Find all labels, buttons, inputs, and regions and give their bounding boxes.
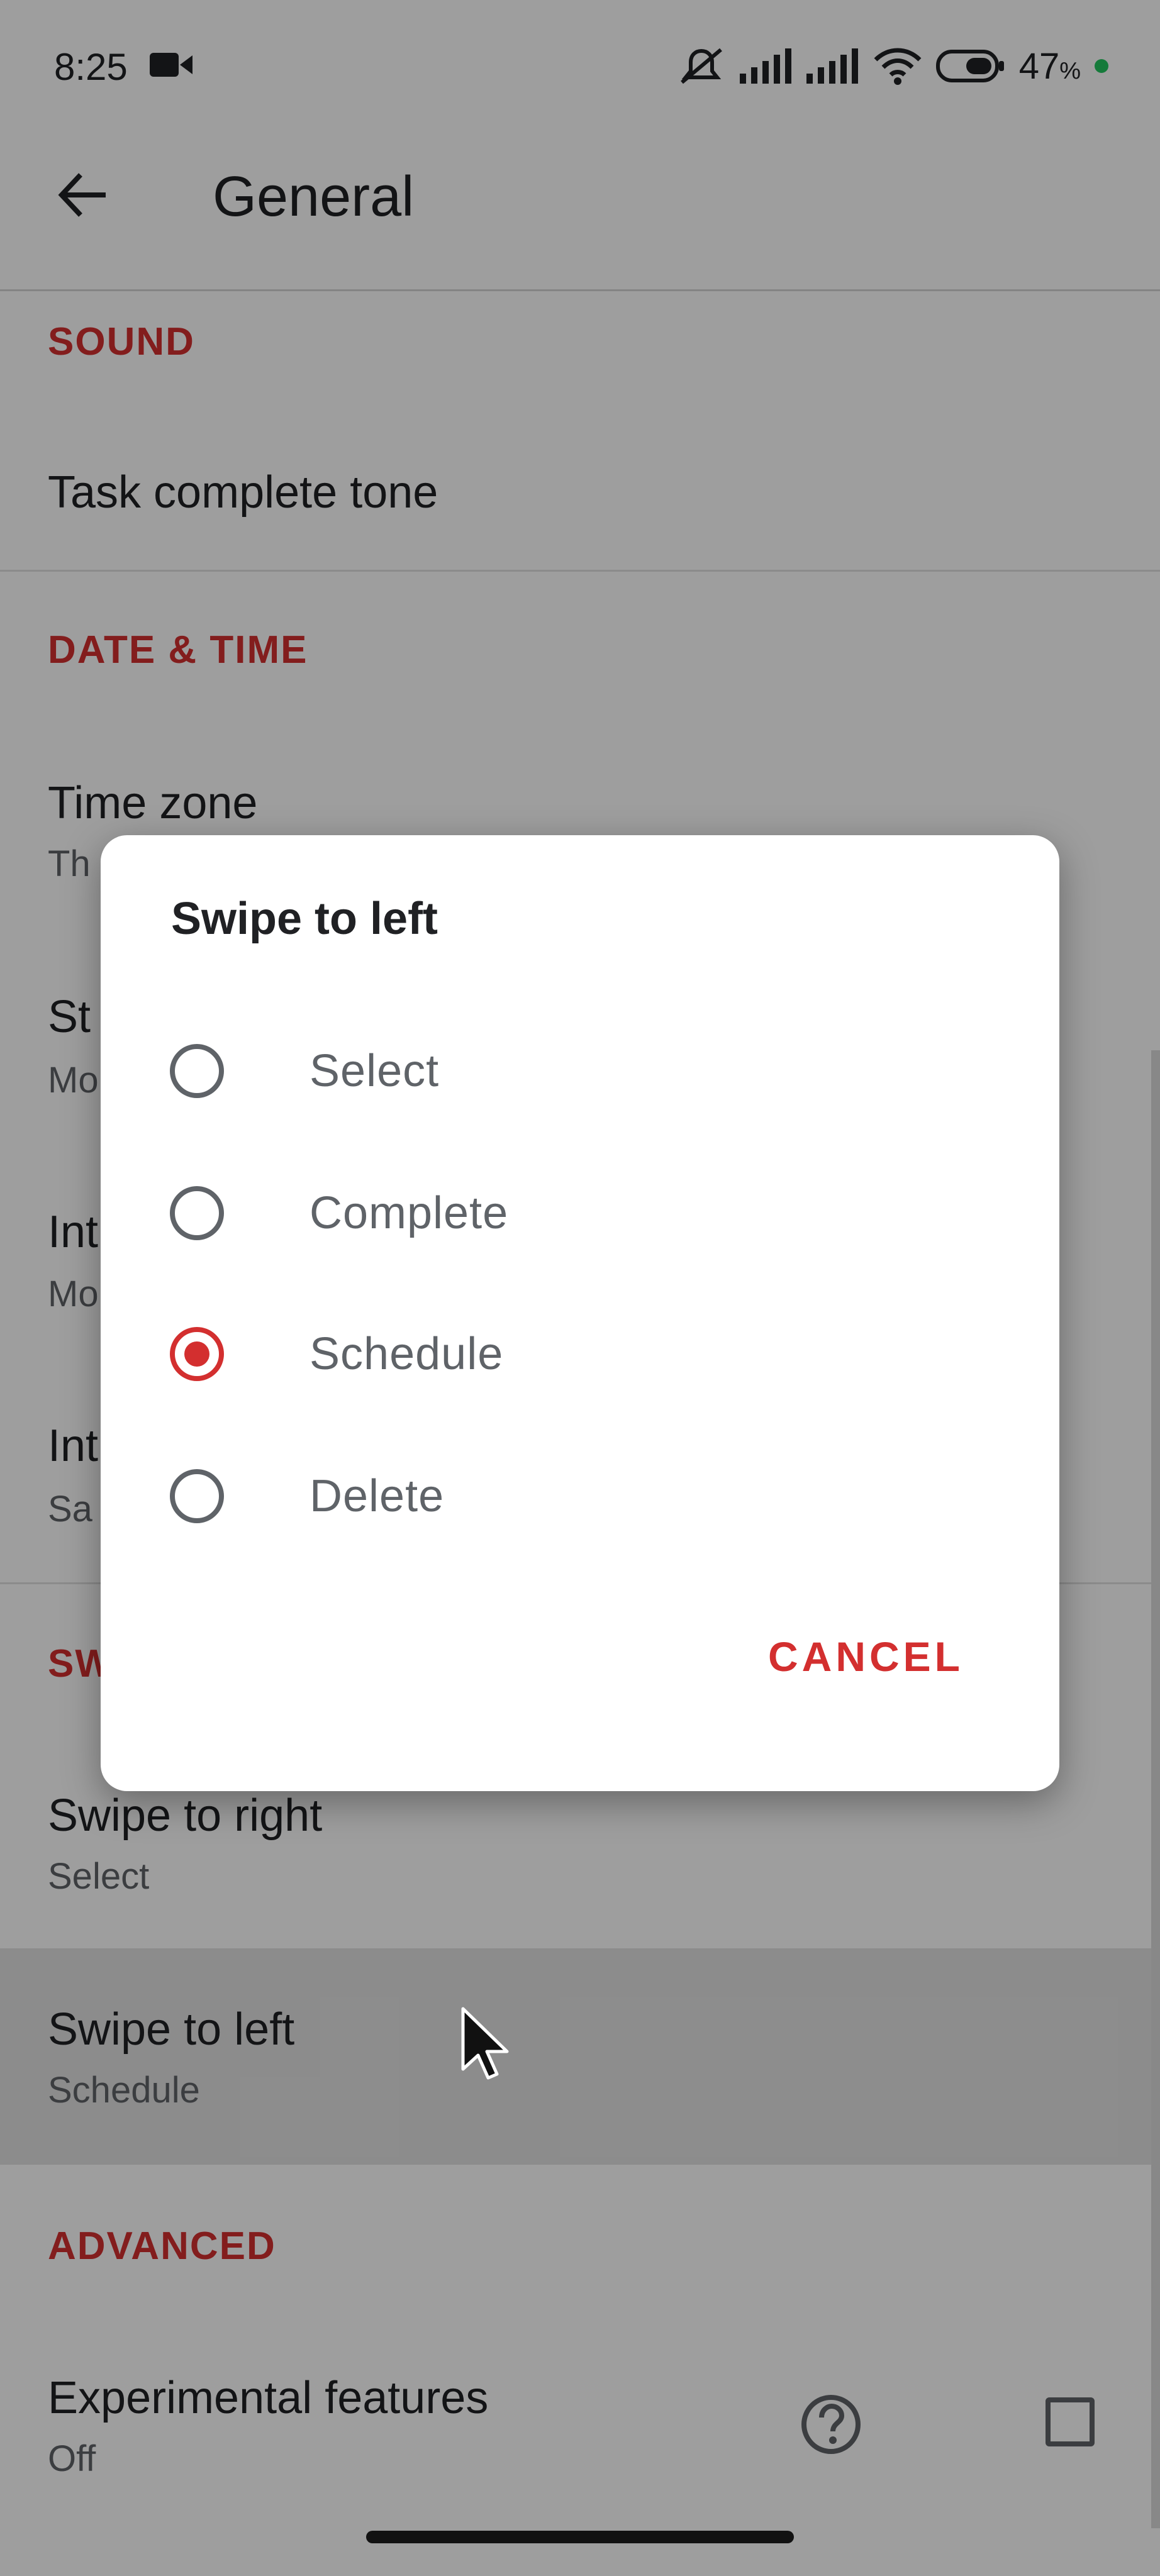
radio-button-selected[interactable] [170, 1327, 224, 1381]
cursor-icon [461, 2007, 509, 2080]
cancel-button[interactable]: CANCEL [768, 1633, 964, 1680]
option-delete[interactable]: Delete [170, 1449, 988, 1543]
radio-button[interactable] [170, 1469, 224, 1523]
option-schedule[interactable]: Schedule [170, 1307, 988, 1401]
option-label: Delete [310, 1471, 445, 1521]
radio-button[interactable] [170, 1186, 224, 1240]
dialog-title: Swipe to left [171, 894, 438, 944]
swipe-left-dialog: Swipe to left Select Complete Schedule D… [101, 835, 1059, 1791]
option-label: Complete [310, 1188, 509, 1238]
option-label: Select [310, 1046, 440, 1096]
option-complete[interactable]: Complete [170, 1166, 988, 1260]
option-label: Schedule [310, 1329, 504, 1379]
radio-button[interactable] [170, 1044, 224, 1098]
option-select[interactable]: Select [170, 1024, 988, 1118]
